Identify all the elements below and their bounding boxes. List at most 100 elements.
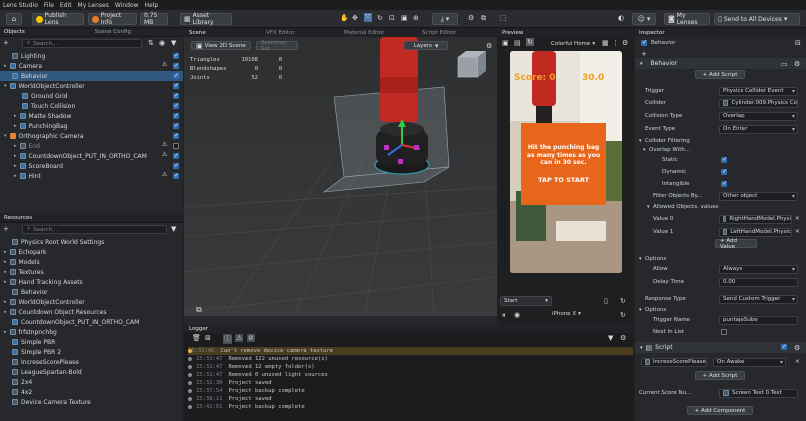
add-component-button[interactable]: + Add Component bbox=[687, 406, 753, 415]
object-name[interactable]: Behavior bbox=[651, 40, 675, 46]
visibility-checkbox[interactable] bbox=[173, 52, 179, 59]
refresh-icon[interactable]: ↻ bbox=[620, 311, 626, 319]
resource-item[interactable]: CountdownObject_PUT_IN_ORTHO_CAM bbox=[0, 317, 139, 327]
asset-library-button[interactable]: ▦ Asset Library bbox=[180, 12, 232, 26]
rotate-icon[interactable]: ↻ bbox=[526, 38, 534, 46]
view-2d-scene-button[interactable]: ▣ View 2D Scene bbox=[191, 41, 251, 50]
tab-script-editor[interactable]: Script Editor bbox=[422, 30, 456, 36]
device-icon[interactable]: ▯ bbox=[604, 297, 608, 305]
transform-tool-icon[interactable]: ⤧ bbox=[364, 13, 372, 22]
publish-lens-button[interactable]: Publish Lens bbox=[32, 12, 84, 26]
scene-viewport[interactable]: ▣ View 2D Scene Selection Set Layers ▾ ⚙ T… bbox=[184, 37, 497, 316]
tab-vfx-editor[interactable]: VFX Editor bbox=[266, 30, 295, 36]
rect-tool-icon[interactable]: ▣ bbox=[401, 14, 408, 22]
selection-set-button[interactable]: Selection Set bbox=[256, 40, 298, 52]
behavior-component-header[interactable]: ▾ Behavior ▭ ⚙ bbox=[635, 58, 806, 69]
menu-lens-studio[interactable]: Lens Studio bbox=[3, 2, 38, 9]
filter-objects-dropdown[interactable]: Other object bbox=[719, 191, 798, 201]
objects-search-input[interactable]: ⌕ Search... bbox=[22, 39, 142, 48]
object-row-countdown-object[interactable]: ▸ CountdownObject_PUT_IN_ORTHO_CAM bbox=[0, 151, 183, 161]
event-type-dropdown[interactable]: On Enter bbox=[719, 124, 798, 134]
object-row-world-object-controller[interactable]: ▾ WorldObjectController bbox=[0, 81, 183, 91]
trigger-dropdown[interactable]: Physics Collider Event bbox=[719, 86, 798, 96]
resource-item[interactable]: IncreseScorePlease bbox=[0, 357, 79, 367]
object-row-ground-grid[interactable]: Ground Grid bbox=[0, 91, 183, 101]
sort-icon[interactable]: ⇅ bbox=[148, 39, 154, 47]
collider-field[interactable]: Cylinder.009.Physics Co bbox=[719, 98, 798, 108]
script-component-header[interactable]: ▾ ▤ Script ⚙ bbox=[635, 342, 806, 353]
scene-dropdown[interactable]: Colorful Home ▾ bbox=[551, 39, 599, 48]
dynamic-checkbox[interactable] bbox=[721, 168, 727, 175]
object-row-camera[interactable]: ▸ Camera bbox=[0, 61, 183, 71]
send-to-devices-button[interactable]: ▯ Send to All Devices ▾ bbox=[714, 13, 800, 25]
resource-item[interactable]: ▸ Models bbox=[0, 257, 40, 267]
response-type-dropdown[interactable]: Send Custom Trigger bbox=[719, 294, 798, 304]
visibility-checkbox[interactable] bbox=[173, 62, 179, 69]
close-icon[interactable]: ✕ bbox=[795, 359, 800, 365]
resources-search-input[interactable]: ⌕ Search... bbox=[22, 225, 167, 234]
my-lenses-button[interactable]: ◙ My Lenses bbox=[664, 12, 710, 26]
info-filter-icon[interactable]: ⓘ bbox=[223, 334, 232, 344]
value0-field[interactable]: RightHandModel.Physi bbox=[719, 214, 792, 224]
rotate-tool-icon[interactable]: ↻ bbox=[377, 14, 383, 22]
object-row-scoreboard[interactable]: ▸ ScoreBoard bbox=[0, 161, 183, 171]
phone-screen[interactable]: Score: 0 30.0 Hit the punching bag as ma… bbox=[510, 51, 622, 273]
visibility-checkbox[interactable] bbox=[173, 92, 179, 99]
object-row-punching-bag[interactable]: ▸ PunchingBag bbox=[0, 121, 183, 131]
script-event-dropdown[interactable]: On Awake bbox=[713, 357, 786, 367]
close-icon[interactable]: ✕ bbox=[795, 216, 800, 222]
add-icon[interactable]: + bbox=[3, 39, 9, 47]
start-dropdown[interactable]: Start ▾ bbox=[500, 296, 552, 306]
menu-file[interactable]: File bbox=[44, 2, 54, 9]
visibility-checkbox[interactable] bbox=[173, 72, 179, 79]
visibility-checkbox[interactable] bbox=[173, 162, 179, 169]
resource-item[interactable]: ▸ Countdown Object Resources bbox=[0, 307, 107, 317]
visibility-checkbox[interactable] bbox=[173, 143, 179, 149]
add-value-button[interactable]: + Add Value bbox=[715, 238, 757, 250]
current-score-field[interactable]: Screen Text 0.Text bbox=[719, 388, 798, 398]
filter-icon[interactable]: ▼ bbox=[171, 225, 176, 233]
scale-tool-icon[interactable]: ⊡ bbox=[389, 14, 395, 22]
lock-icon[interactable]: ⊟ bbox=[795, 39, 801, 47]
resource-item[interactable]: Device Camera Texture bbox=[0, 397, 91, 407]
pointer-tool-icon[interactable]: ⬚ bbox=[500, 14, 507, 22]
start-card[interactable]: Hit the punching bag as many times as yo… bbox=[521, 123, 606, 205]
next-in-list-checkbox[interactable] bbox=[721, 329, 727, 335]
resource-item[interactable]: ▸ frfstnpnchbg bbox=[0, 327, 57, 337]
home-button[interactable]: ⌂ bbox=[6, 13, 22, 25]
world-tool-icon[interactable]: ⧉ bbox=[481, 14, 486, 23]
eye-icon[interactable]: ◉ bbox=[159, 39, 165, 47]
mute-icon[interactable]: ◉ bbox=[514, 311, 520, 319]
resource-item[interactable]: Physics Root World Settings bbox=[0, 237, 104, 247]
theme-icon[interactable]: ◐ bbox=[618, 14, 624, 22]
menu-edit[interactable]: Edit bbox=[60, 2, 72, 9]
add-icon[interactable]: + bbox=[3, 225, 9, 233]
options2-row[interactable]: ▾ Options bbox=[635, 305, 806, 315]
pivot-tool-icon[interactable]: ⊕ bbox=[413, 14, 419, 22]
gear-icon[interactable]: ⚙ bbox=[794, 344, 800, 352]
visibility-checkbox[interactable] bbox=[173, 102, 179, 109]
close-icon[interactable]: ✕ bbox=[795, 229, 800, 235]
add-script-button[interactable]: + Add Script bbox=[695, 70, 745, 79]
resource-item[interactable]: ▸ Echopark bbox=[0, 247, 47, 257]
intangible-checkbox[interactable] bbox=[721, 180, 727, 187]
trigger-name-input[interactable]: puntajeSube bbox=[719, 315, 798, 325]
add-icon[interactable]: + bbox=[641, 50, 647, 58]
object-row-behavior[interactable]: Behavior bbox=[0, 71, 183, 81]
visibility-checkbox[interactable] bbox=[173, 172, 179, 179]
menu-my-lenses[interactable]: My Lenses bbox=[78, 2, 109, 9]
layers-dropdown[interactable]: Layers ▾ bbox=[404, 41, 448, 50]
warning-filter-icon[interactable]: ⚠ bbox=[235, 334, 244, 342]
hand-tool-icon[interactable]: ✋ bbox=[340, 14, 349, 22]
tab-scene-config[interactable]: Scene Config bbox=[95, 29, 131, 35]
visibility-checkbox[interactable] bbox=[173, 122, 179, 129]
script-asset-field[interactable]: IncreseScorePlease bbox=[641, 357, 707, 367]
resource-item[interactable]: 4x2 bbox=[0, 387, 32, 397]
tab-objects[interactable]: Objects bbox=[4, 29, 25, 35]
gear-icon[interactable]: ⚙ bbox=[794, 60, 800, 68]
options-row[interactable]: ▾ Options bbox=[635, 254, 806, 264]
toggle-icon[interactable]: ▭ bbox=[781, 60, 788, 68]
move-tool-icon[interactable]: ✥ bbox=[352, 14, 358, 22]
visibility-checkbox[interactable] bbox=[173, 132, 179, 139]
snap-dropdown[interactable]: ⤓ ▾ bbox=[432, 13, 458, 25]
